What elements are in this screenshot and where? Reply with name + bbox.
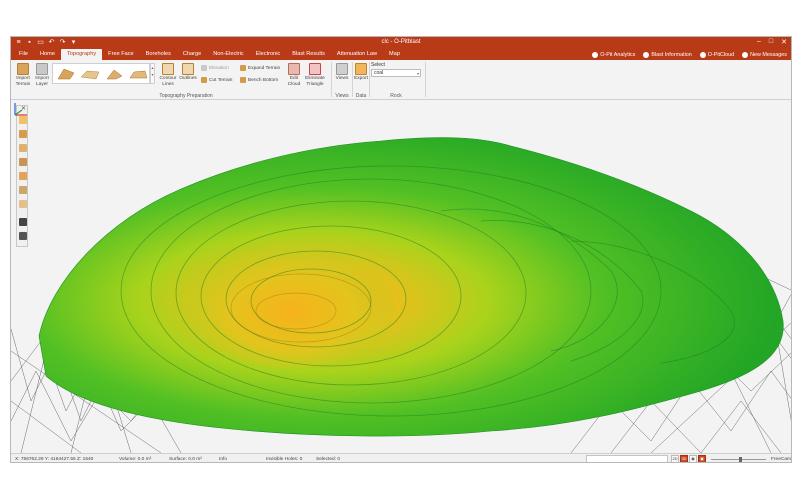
title-bar: ≡ ▪ ▭ ↶ ↷ ▾ clc - O-Pitblast – □ ✕ (11, 37, 791, 49)
expand-terrain-button[interactable]: Expand Terrain (240, 65, 280, 71)
terrain-surface (38, 137, 784, 437)
new-messages-link[interactable]: New Messages (742, 51, 787, 58)
expand-icon (240, 65, 246, 71)
grid-icon[interactable] (19, 172, 27, 180)
app-window: ≡ ▪ ▭ ↶ ↷ ▾ clc - O-Pitblast – □ ✕ File … (10, 36, 792, 463)
tab-electronic[interactable]: Electronic (250, 49, 287, 60)
axis-gizmo-icon (14, 103, 27, 116)
group-divider (352, 62, 353, 97)
camera-mode-label: FreeCam (771, 457, 791, 462)
terrain-style-1-icon[interactable] (56, 67, 76, 81)
ribbon-panel: Import Terrain Import Layer ▴ ▾ Contour L… (11, 60, 791, 100)
ribbon-tab-bar: File Home Topography Free Face Boreholes… (11, 49, 791, 60)
tab-blast-results[interactable]: Blast Results (286, 49, 331, 60)
terrain-style-4-icon[interactable] (128, 67, 148, 81)
slope-icon[interactable] (19, 130, 27, 138)
group-label-rock: Rock (390, 93, 402, 99)
outline-icon (182, 63, 194, 75)
terrain-render[interactable] (11, 101, 791, 453)
selected-readout: Selected: 0 (316, 457, 341, 462)
rock-select[interactable]: coal ▾ (371, 69, 421, 77)
group-label-data: Data (355, 93, 367, 99)
views-icon (336, 63, 348, 75)
status-input[interactable] (586, 455, 668, 462)
eliminate-triangle-icon (309, 63, 321, 75)
close-icon[interactable]: ✕ (781, 38, 787, 46)
tab-boreholes[interactable]: Boreholes (140, 49, 177, 60)
import-layer-button[interactable]: Import Layer (33, 63, 51, 87)
surface-readout: Surface: 0.0 m² (169, 457, 202, 462)
window-title: clc - O-Pitblast (381, 39, 421, 45)
terrain-style-gallery[interactable] (52, 63, 150, 84)
invisible-holes-readout: Invisible Holes: 0 (266, 457, 303, 462)
views-button[interactable]: Views (334, 63, 350, 82)
import-terrain-button[interactable]: Import Terrain (14, 63, 32, 87)
tab-topography[interactable]: Topography (60, 49, 103, 60)
bench-view-icon[interactable] (19, 186, 27, 194)
edit-cloud-icon (288, 63, 300, 75)
edit-cloud-button[interactable]: Edit Cloud (286, 63, 302, 87)
contour-icon (162, 63, 174, 75)
terrain-style-2-icon[interactable] (80, 67, 100, 81)
coordinates-readout: X: 756762.29 Y: 4164427.55 Z: 1540 (15, 457, 94, 462)
info-label: Info (219, 457, 228, 462)
tab-charge[interactable]: Charge (177, 49, 207, 60)
select-label: Select (371, 62, 385, 68)
gallery-scroll[interactable]: ▴ ▾ (150, 63, 155, 84)
maximize-icon[interactable]: □ (769, 38, 773, 46)
contour-lines-button[interactable]: Contour Lines (159, 63, 177, 87)
status-bar: X: 756762.29 Y: 4164427.55 Z: 1540 Volum… (11, 453, 791, 462)
cloud-icon (699, 51, 706, 58)
export-button[interactable]: Export (354, 63, 368, 82)
view-2d-button[interactable]: 2D (671, 455, 679, 462)
zoom-slider-thumb[interactable] (739, 457, 742, 462)
pit-core (186, 244, 396, 368)
tab-non-electric[interactable]: Non-Electric (207, 49, 249, 60)
fit-view-icon[interactable] (19, 218, 27, 226)
camera-icon[interactable]: ▣ (698, 455, 706, 462)
section-icon[interactable] (19, 144, 27, 152)
zoom-extents-icon[interactable] (19, 232, 27, 240)
tab-attenuation-law[interactable]: Attenuation Law (331, 49, 383, 60)
group-divider (425, 62, 426, 97)
volume-readout: Volume: 0.0 m³ (119, 457, 152, 462)
eliminate-triangle-button[interactable]: Eliminate Triangle (303, 63, 327, 87)
layer-icon (36, 63, 48, 75)
info-icon (643, 51, 650, 58)
terrain-icon (17, 63, 29, 75)
elevation-icon (201, 65, 207, 71)
group-divider (331, 62, 332, 97)
cut-terrain-button[interactable]: Cut Terrain (201, 77, 232, 83)
minimize-icon[interactable]: – (757, 38, 761, 46)
terrain-style-3-icon[interactable] (104, 67, 124, 81)
view-toolstrip: ✕ (16, 105, 28, 247)
group-divider (369, 62, 370, 97)
group-label-views: Views (335, 93, 349, 99)
mail-icon (742, 51, 749, 58)
tab-map[interactable]: Map (383, 49, 406, 60)
tab-home[interactable]: Home (34, 49, 61, 60)
3d-viewport[interactable]: ✕ (11, 101, 791, 453)
opit-analytics-link[interactable]: O-Pit Analytics (592, 51, 635, 58)
bench-bottom-button[interactable]: Bench Bottom (240, 77, 278, 83)
globe-icon[interactable]: ◉ (689, 455, 697, 462)
cut-icon (201, 77, 207, 83)
analytics-icon (592, 51, 599, 58)
tab-free-face[interactable]: Free Face (102, 49, 140, 60)
tab-file[interactable]: File (13, 49, 34, 60)
opit-cloud-link[interactable]: O-PitCloud (699, 51, 734, 58)
outlines-button[interactable]: Outlines (179, 63, 197, 82)
export-icon (355, 63, 367, 75)
bench-icon (240, 77, 246, 83)
chevron-down-icon: ▾ (416, 71, 419, 76)
group-label-topography: Topography Preparation (159, 93, 213, 99)
view-3d-button[interactable]: 3D (680, 455, 688, 462)
wall-icon[interactable] (19, 158, 27, 166)
blast-information-link[interactable]: Blast Information (643, 51, 692, 58)
column-icon[interactable] (19, 200, 27, 208)
elevation-button[interactable]: Elevation (201, 65, 229, 71)
